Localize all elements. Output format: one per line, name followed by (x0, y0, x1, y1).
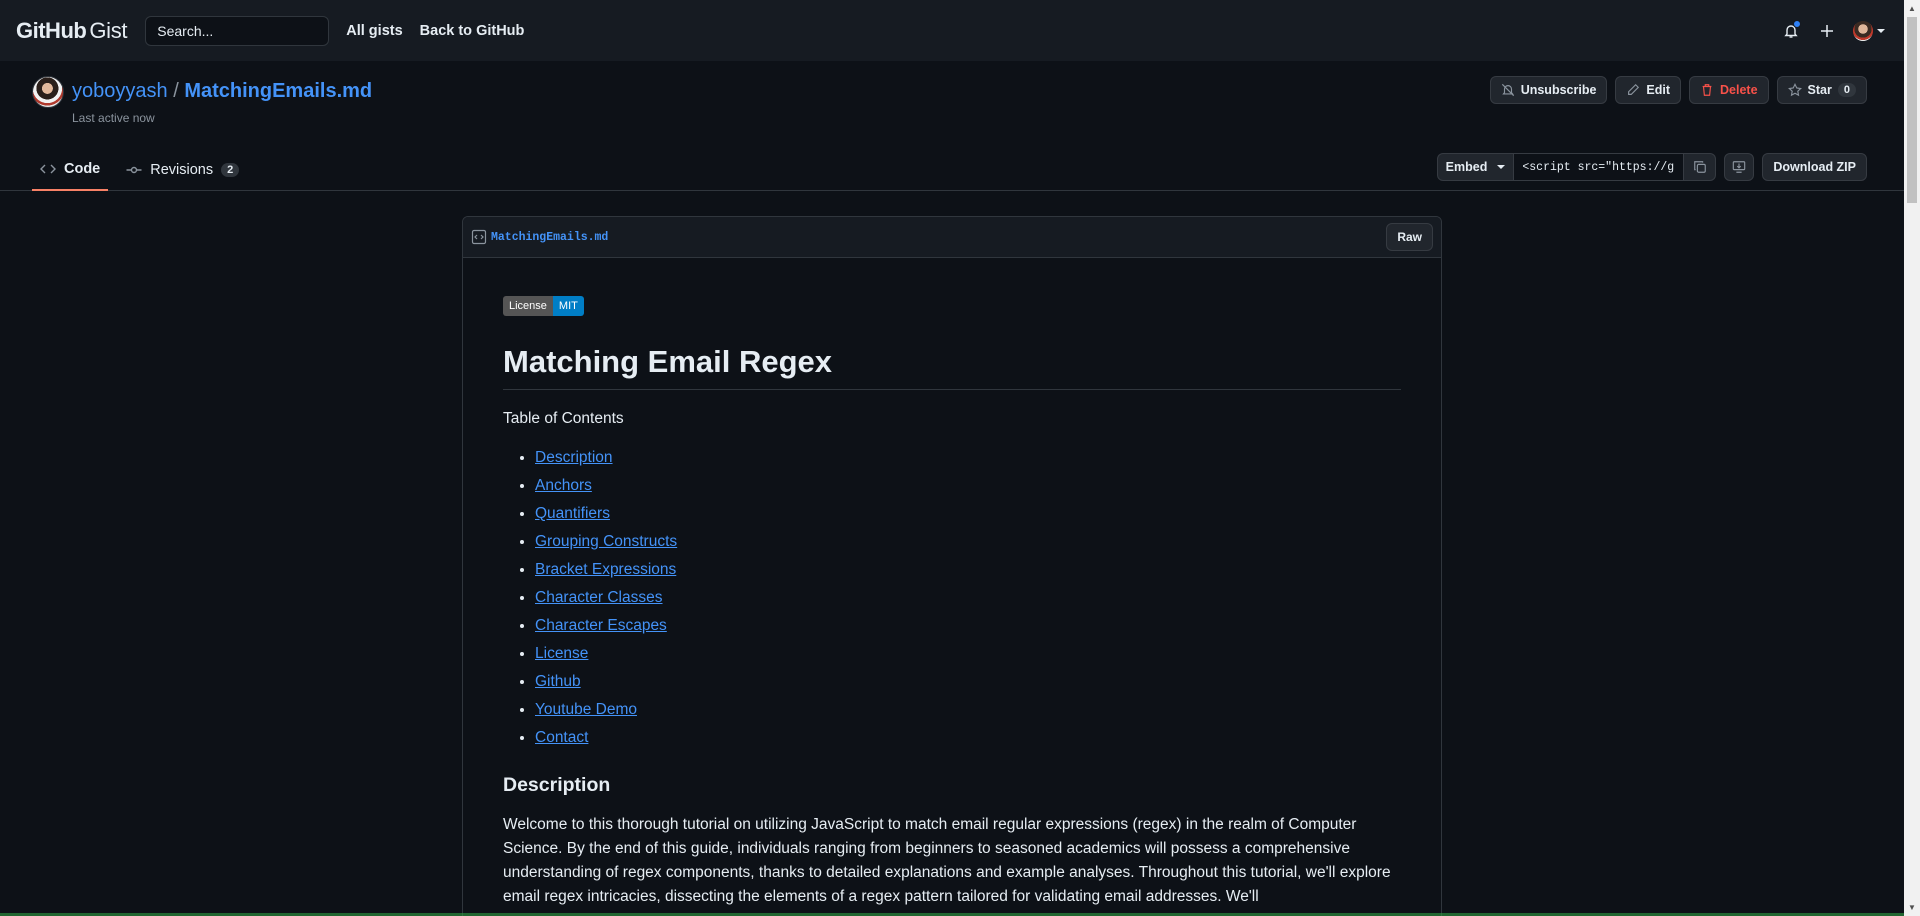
star-button[interactable]: Star 0 (1776, 76, 1867, 104)
raw-button[interactable]: Raw (1386, 223, 1433, 251)
badge-right: MIT (552, 296, 584, 316)
logo-github-text: GitHub (16, 17, 87, 43)
scroll-up-arrow-icon[interactable]: ▲ (1904, 0, 1920, 17)
list-item: Quantifiers (535, 500, 1401, 528)
star-label: Star (1807, 83, 1832, 97)
toc-link-description[interactable]: Description (535, 449, 613, 466)
copy-icon (1694, 161, 1706, 173)
badge-left: License (503, 296, 553, 316)
tab-revisions[interactable]: Revisions 2 (118, 149, 247, 191)
scrollbar-thumb[interactable] (1907, 17, 1917, 203)
toc-link-grouping-constructs[interactable]: Grouping Constructs (535, 533, 677, 550)
pencil-icon (1628, 83, 1640, 95)
gist-actions: Unsubscribe Edit Delete Star 0 (1489, 76, 1867, 104)
user-menu[interactable] (1852, 20, 1886, 42)
list-item: Grouping Constructs (535, 528, 1401, 556)
toc-link-github[interactable]: Github (535, 673, 581, 690)
file-name-link[interactable]: MatchingEmails.md (491, 231, 608, 244)
toc-link-bracket-expressions[interactable]: Bracket Expressions (535, 561, 676, 578)
toc-link-youtube-demo[interactable]: Youtube Demo (535, 701, 637, 718)
list-item: Character Classes (535, 584, 1401, 612)
toc-list: Description Anchors Quantifiers Grouping… (503, 444, 1401, 752)
toc-link-anchors[interactable]: Anchors (535, 477, 592, 494)
embed-group: Embed (1436, 153, 1717, 181)
list-item: Description (535, 444, 1401, 472)
notification-dot (1793, 19, 1801, 28)
star-count: 0 (1837, 83, 1856, 97)
gist-header: yoboyyash / MatchingEmails.md Last activ… (0, 61, 1904, 191)
tab-revisions-label: Revisions (150, 162, 214, 178)
list-item: Youtube Demo (535, 696, 1401, 724)
header-actions (1766, 0, 1886, 61)
logo-gist-text: Gist (89, 17, 128, 43)
owner-link[interactable]: yoboyyash (72, 80, 168, 102)
top-header: GitHub Gist All gists Back to GitHub (0, 0, 1904, 61)
revisions-count: 2 (221, 163, 240, 177)
license-badge[interactable]: License MIT (503, 296, 584, 316)
plus-icon[interactable] (1816, 20, 1838, 42)
embed-code-field[interactable] (1514, 153, 1685, 181)
code-icon (40, 164, 56, 174)
embed-select-label: Embed (1445, 160, 1488, 174)
gist-tabs: Code Revisions 2 (32, 149, 257, 191)
section-heading-description: Description (503, 774, 611, 796)
git-commit-icon (126, 166, 142, 174)
star-icon (1787, 83, 1802, 97)
scroll-down-arrow-icon[interactable]: ▼ (1904, 899, 1920, 916)
tab-code-label: Code (64, 161, 101, 177)
toc-title: Table of Contents (503, 410, 624, 427)
list-item: Character Escapes (535, 612, 1401, 640)
list-item: Contact (535, 724, 1401, 752)
unsubscribe-label: Unsubscribe (1520, 83, 1597, 97)
search-input[interactable] (145, 15, 330, 46)
title-separator: / (173, 80, 179, 102)
gist-logo[interactable]: GitHub Gist (16, 17, 128, 44)
chevron-down-icon (1877, 28, 1885, 33)
toc-link-character-classes[interactable]: Character Classes (535, 589, 663, 606)
list-item: Bracket Expressions (535, 556, 1401, 584)
toc-link-quantifiers[interactable]: Quantifiers (535, 505, 610, 522)
list-item: Github (535, 668, 1401, 696)
avatar (1853, 20, 1873, 41)
owner-avatar[interactable] (32, 76, 64, 108)
unsubscribe-button[interactable]: Unsubscribe (1489, 76, 1608, 104)
toc-link-character-escapes[interactable]: Character Escapes (535, 617, 667, 634)
copy-embed-button[interactable] (1684, 153, 1717, 181)
chevron-down-icon (1497, 165, 1506, 169)
download-zip-label: Download ZIP (1773, 160, 1856, 174)
desktop-download-icon (1733, 161, 1746, 173)
file-code-icon (471, 229, 487, 245)
open-in-desktop-button[interactable] (1724, 153, 1755, 181)
trash-icon (1702, 84, 1712, 96)
edit-label: Edit (1646, 83, 1671, 97)
last-active-text: Last active now (72, 111, 155, 125)
description-paragraph: Welcome to this thorough tutorial on uti… (503, 816, 1391, 905)
gist-filename-link[interactable]: MatchingEmails.md (184, 80, 372, 102)
list-item: License (535, 640, 1401, 668)
page-scrollbar[interactable]: ▲ ▼ (1904, 0, 1920, 916)
bell-slash-icon (1501, 83, 1514, 97)
edit-button[interactable]: Edit (1615, 76, 1682, 104)
file-container: MatchingEmails.md Raw License MIT Matchi… (462, 216, 1442, 916)
notifications-bell-icon[interactable] (1780, 19, 1802, 42)
list-item: Anchors (535, 472, 1401, 500)
file-header: MatchingEmails.md Raw (463, 217, 1441, 258)
nav-back-to-github[interactable]: Back to GitHub (420, 23, 525, 39)
toc-link-license[interactable]: License (535, 645, 588, 662)
page-title: Matching Email Regex (503, 344, 1401, 390)
markdown-body: License MIT Matching Email Regex Table o… (463, 258, 1441, 909)
toc-link-contact[interactable]: Contact (535, 729, 588, 746)
gist-title: yoboyyash / MatchingEmails.md (72, 80, 372, 103)
embed-toolbar: Embed Download ZIP (1436, 153, 1867, 181)
tab-code[interactable]: Code (32, 149, 109, 191)
download-zip-button[interactable]: Download ZIP (1762, 153, 1867, 181)
embed-select[interactable]: Embed (1436, 153, 1515, 181)
delete-label: Delete (1720, 83, 1758, 97)
delete-button[interactable]: Delete (1689, 76, 1769, 104)
nav-all-gists[interactable]: All gists (346, 23, 402, 39)
